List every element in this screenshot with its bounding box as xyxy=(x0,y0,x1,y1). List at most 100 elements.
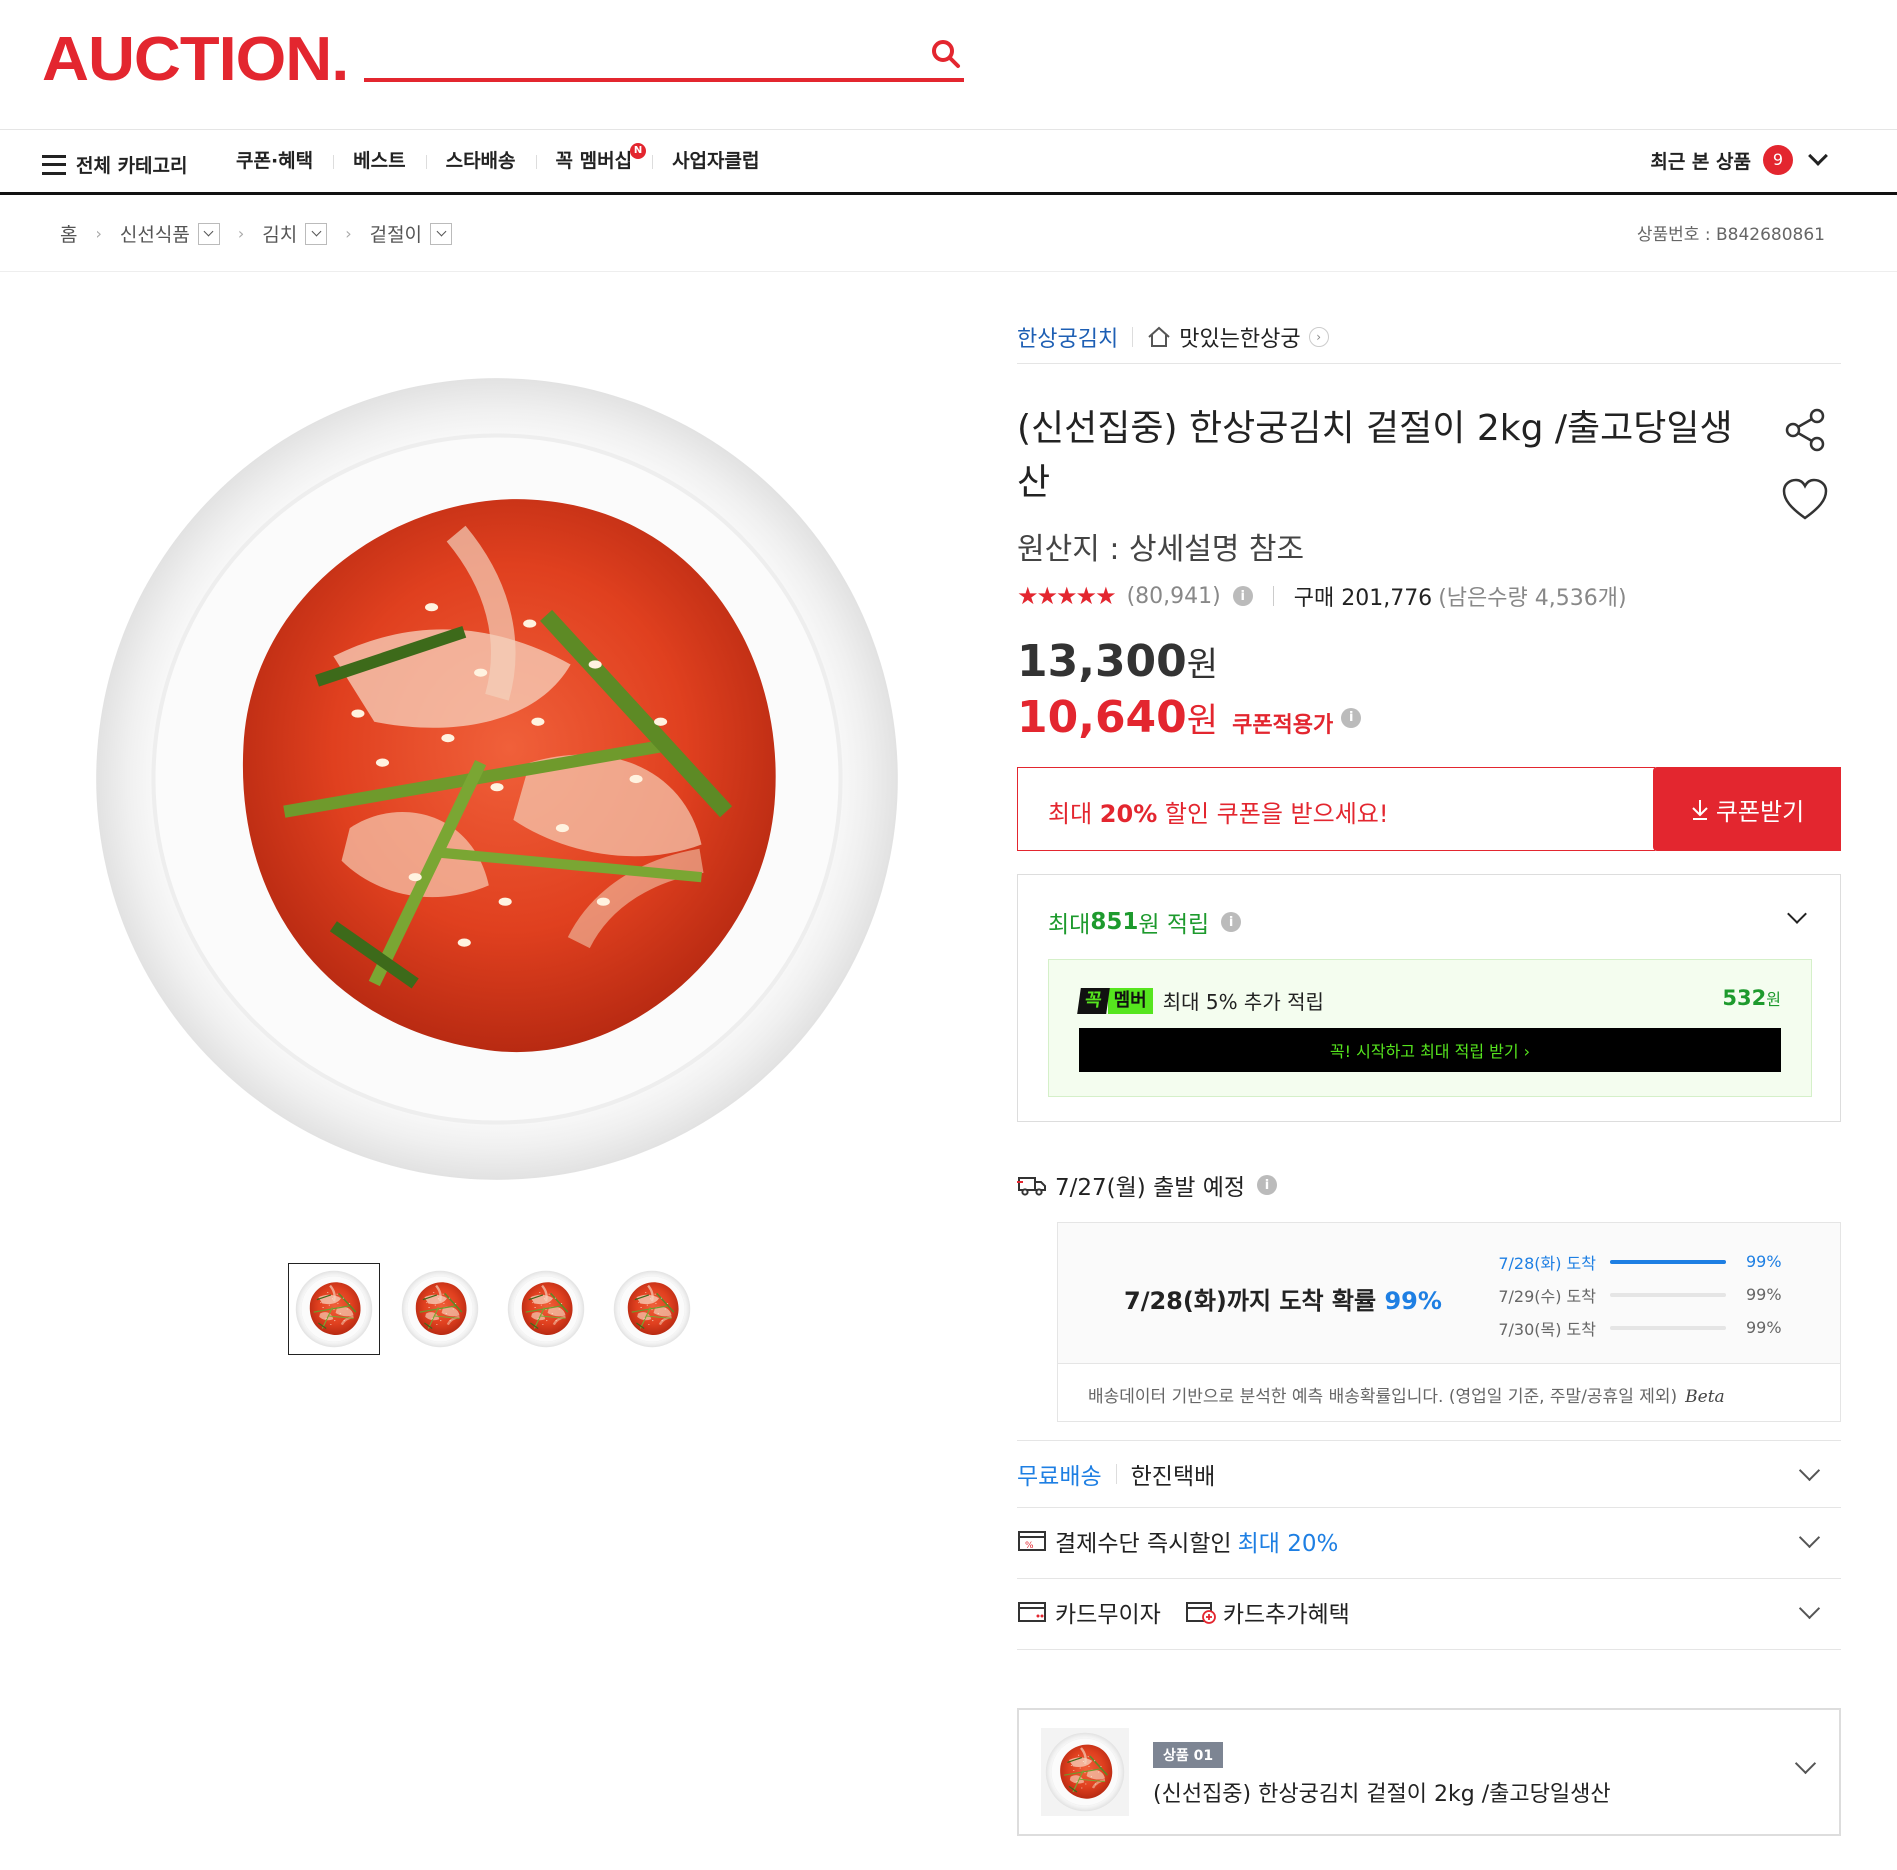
original-price: 13,300원 xyxy=(1017,636,1218,687)
all-category-label: 전체 카테고리 xyxy=(76,155,188,177)
chevron-right-icon: › xyxy=(237,224,245,243)
card-interest-free-label: 카드무이자 xyxy=(1055,1602,1161,1628)
membership-logo: 꼭 멤버 xyxy=(1077,987,1153,1014)
card-benefit-row[interactable]: 카드무이자 카드추가혜택 xyxy=(1017,1579,1841,1645)
chevron-down-icon xyxy=(1798,1597,1821,1620)
info-icon[interactable]: i xyxy=(1341,707,1362,728)
heart-icon[interactable] xyxy=(1781,478,1829,526)
info-icon[interactable]: i xyxy=(1221,912,1242,932)
points-post: 원 적립 xyxy=(1138,912,1210,938)
dropdown-icon[interactable] xyxy=(430,222,453,245)
won-unit: 원 xyxy=(1186,645,1219,685)
product-info-panel: 한상궁김치 맛있는한상궁 › (신선집중) 한상궁김치 겉절이 2kg /출고당… xyxy=(1017,310,1841,1836)
coupon-price-label: 쿠폰적용가 xyxy=(1232,713,1334,738)
dropdown-icon[interactable] xyxy=(305,222,328,245)
probability-bar xyxy=(1610,1325,1726,1330)
share-icon[interactable] xyxy=(1783,408,1829,456)
search-bar xyxy=(364,30,964,82)
sale-price-value: 10,640 xyxy=(1017,692,1187,743)
search-input[interactable] xyxy=(364,30,904,78)
new-badge: N xyxy=(630,143,647,159)
rating-row: ★★★★★ (80,941) i 구매 201,776 (남은수량 4,536개… xyxy=(1017,580,1627,612)
delivery-main-pre: 7/28(화)까지 도착 확률 xyxy=(1124,1287,1385,1315)
nav-item-business-club[interactable]: 사업자클럽 xyxy=(652,147,779,175)
nav-item-membership[interactable]: 꼭 멤버십 N xyxy=(535,143,653,175)
selected-product-box[interactable]: 상품 01 (신선집중) 한상궁김치 겉절이 2kg /출고당일생산 xyxy=(1017,1708,1841,1836)
origin-info: 원산지 : 상세설명 참조 xyxy=(1017,532,1305,567)
shipping-option-row[interactable]: 무료배송 한진택배 xyxy=(1017,1441,1841,1507)
all-category-button[interactable]: 전체 카테고리 xyxy=(42,151,188,178)
membership-text: 최대 5% 추가 적립 xyxy=(1162,990,1324,1014)
delivery-row: 7/30(목) 도착 99% xyxy=(1488,1311,1808,1344)
get-coupon-button[interactable]: 쿠폰받기 xyxy=(1653,767,1841,851)
chevron-down-icon[interactable] xyxy=(1794,1752,1817,1775)
search-icon[interactable] xyxy=(928,36,964,72)
remaining-stock: (남은수량 4,536개) xyxy=(1438,586,1627,611)
brand-link[interactable]: 한상궁김치 xyxy=(1017,321,1118,353)
won-unit: 원 xyxy=(1766,990,1781,1009)
product-number: 상품번호 : B842680861 xyxy=(1636,225,1825,245)
product-number-badge: 상품 01 xyxy=(1153,1742,1224,1768)
store-link[interactable]: 맛있는한상궁 › xyxy=(1147,321,1329,353)
dropdown-icon[interactable] xyxy=(197,222,220,245)
recent-products-button[interactable]: 최근 본 상품 9 xyxy=(1650,145,1828,175)
divider xyxy=(1132,326,1134,347)
delivery-rows: 7/28(화) 도착 99% 7/29(수) 도착 99% 7/30(목) 도착… xyxy=(1488,1245,1808,1344)
coupon-msg-pct: 20% xyxy=(1099,800,1158,828)
thumbnail-list xyxy=(288,1263,698,1355)
delivery-row: 7/28(화) 도착 99% xyxy=(1488,1245,1808,1278)
info-icon[interactable]: i xyxy=(1232,586,1253,606)
won-unit: 원 xyxy=(1186,701,1219,741)
nav-item-best[interactable]: 베스트 xyxy=(333,147,425,175)
chevron-down-icon[interactable] xyxy=(1787,904,1807,924)
thumbnail-1[interactable] xyxy=(288,1263,380,1355)
membership-logo-a: 꼭 xyxy=(1077,987,1110,1014)
nav-item-coupon[interactable]: 쿠폰·혜택 xyxy=(236,147,333,175)
delivery-main-pct: 99% xyxy=(1384,1287,1442,1315)
points-pre: 최대 xyxy=(1048,912,1091,938)
nav-item-star-delivery[interactable]: 스타배송 xyxy=(425,147,536,175)
divider xyxy=(1017,1649,1841,1650)
courier-label: 한진택배 xyxy=(1130,1464,1216,1490)
breadcrumb: 홈 › 신선식품 › 김치 › 겉절이 xyxy=(0,198,1897,272)
breadcrumb-label: 김치 xyxy=(262,224,298,246)
membership-amount-value: 532 xyxy=(1722,986,1767,1010)
departure-text: 7/27(월) 출발 예정 xyxy=(1055,1175,1246,1201)
delivery-note-text: 배송데이터 기반으로 분석한 예측 배송확률입니다. (영업일 기준, 주말/공… xyxy=(1088,1387,1678,1407)
selected-product-title: (신선집중) 한상궁김치 겉절이 2kg /출고당일생산 xyxy=(1153,1782,1611,1807)
chevron-right-icon: › xyxy=(1308,326,1329,347)
auction-logo[interactable]: AUCTION. xyxy=(42,28,349,92)
thumbnail-4[interactable] xyxy=(606,1263,698,1355)
membership-logo-b: 멤버 xyxy=(1107,987,1153,1014)
thumbnail-2[interactable] xyxy=(394,1263,486,1355)
svg-text:%: % xyxy=(1025,1541,1034,1551)
thumbnail-3[interactable] xyxy=(500,1263,592,1355)
site-header: AUCTION. xyxy=(0,0,1897,130)
membership-box: 꼭 멤버 최대 5% 추가 적립 532원 꼭! 시작하고 최대 적립 받기 › xyxy=(1048,959,1812,1097)
divider xyxy=(1272,586,1274,606)
menu-icon xyxy=(42,154,66,175)
info-icon[interactable]: i xyxy=(1257,1175,1278,1195)
breadcrumb-home[interactable]: 홈 xyxy=(60,220,77,247)
card-icon xyxy=(1018,1602,1046,1622)
points-box: 최대 851 원 적립 i 꼭 멤버 최대 5% 추가 적립 532원 꼭! 시작하… xyxy=(1017,874,1841,1122)
recent-products-label: 최근 본 상품 xyxy=(1650,150,1751,173)
chevron-right-icon: › xyxy=(345,224,352,243)
breadcrumb-fresh-food[interactable]: 신선식품 xyxy=(120,220,220,247)
payment-discount-row[interactable]: % 결제수단 즉시할인 최대 20% xyxy=(1017,1508,1841,1574)
get-coupon-label: 쿠폰받기 xyxy=(1715,797,1805,826)
breadcrumb-geotjeori[interactable]: 겉절이 xyxy=(370,220,453,247)
truck-icon xyxy=(1017,1177,1046,1196)
membership-start-button[interactable]: 꼭! 시작하고 최대 적립 받기 › xyxy=(1079,1028,1781,1072)
payment-discount-label: 결제수단 즉시할인 xyxy=(1055,1531,1232,1557)
probability-bar xyxy=(1610,1292,1726,1297)
review-count[interactable]: (80,941) xyxy=(1127,584,1221,609)
nav-item-membership-label: 꼭 멤버십 xyxy=(555,150,633,172)
delivery-note: 배송데이터 기반으로 분석한 예측 배송확률입니다. (영업일 기준, 주말/공… xyxy=(1058,1363,1840,1421)
main-product-image[interactable] xyxy=(88,370,906,1188)
breadcrumb-kimchi[interactable]: 김치 xyxy=(262,220,328,247)
chevron-down-icon xyxy=(1798,1526,1821,1549)
coupon-message: 최대 20% 할인 쿠폰을 받으세요! xyxy=(1017,767,1655,851)
recent-count-badge: 9 xyxy=(1763,145,1793,175)
delivery-pct: 99% xyxy=(1746,1252,1782,1271)
